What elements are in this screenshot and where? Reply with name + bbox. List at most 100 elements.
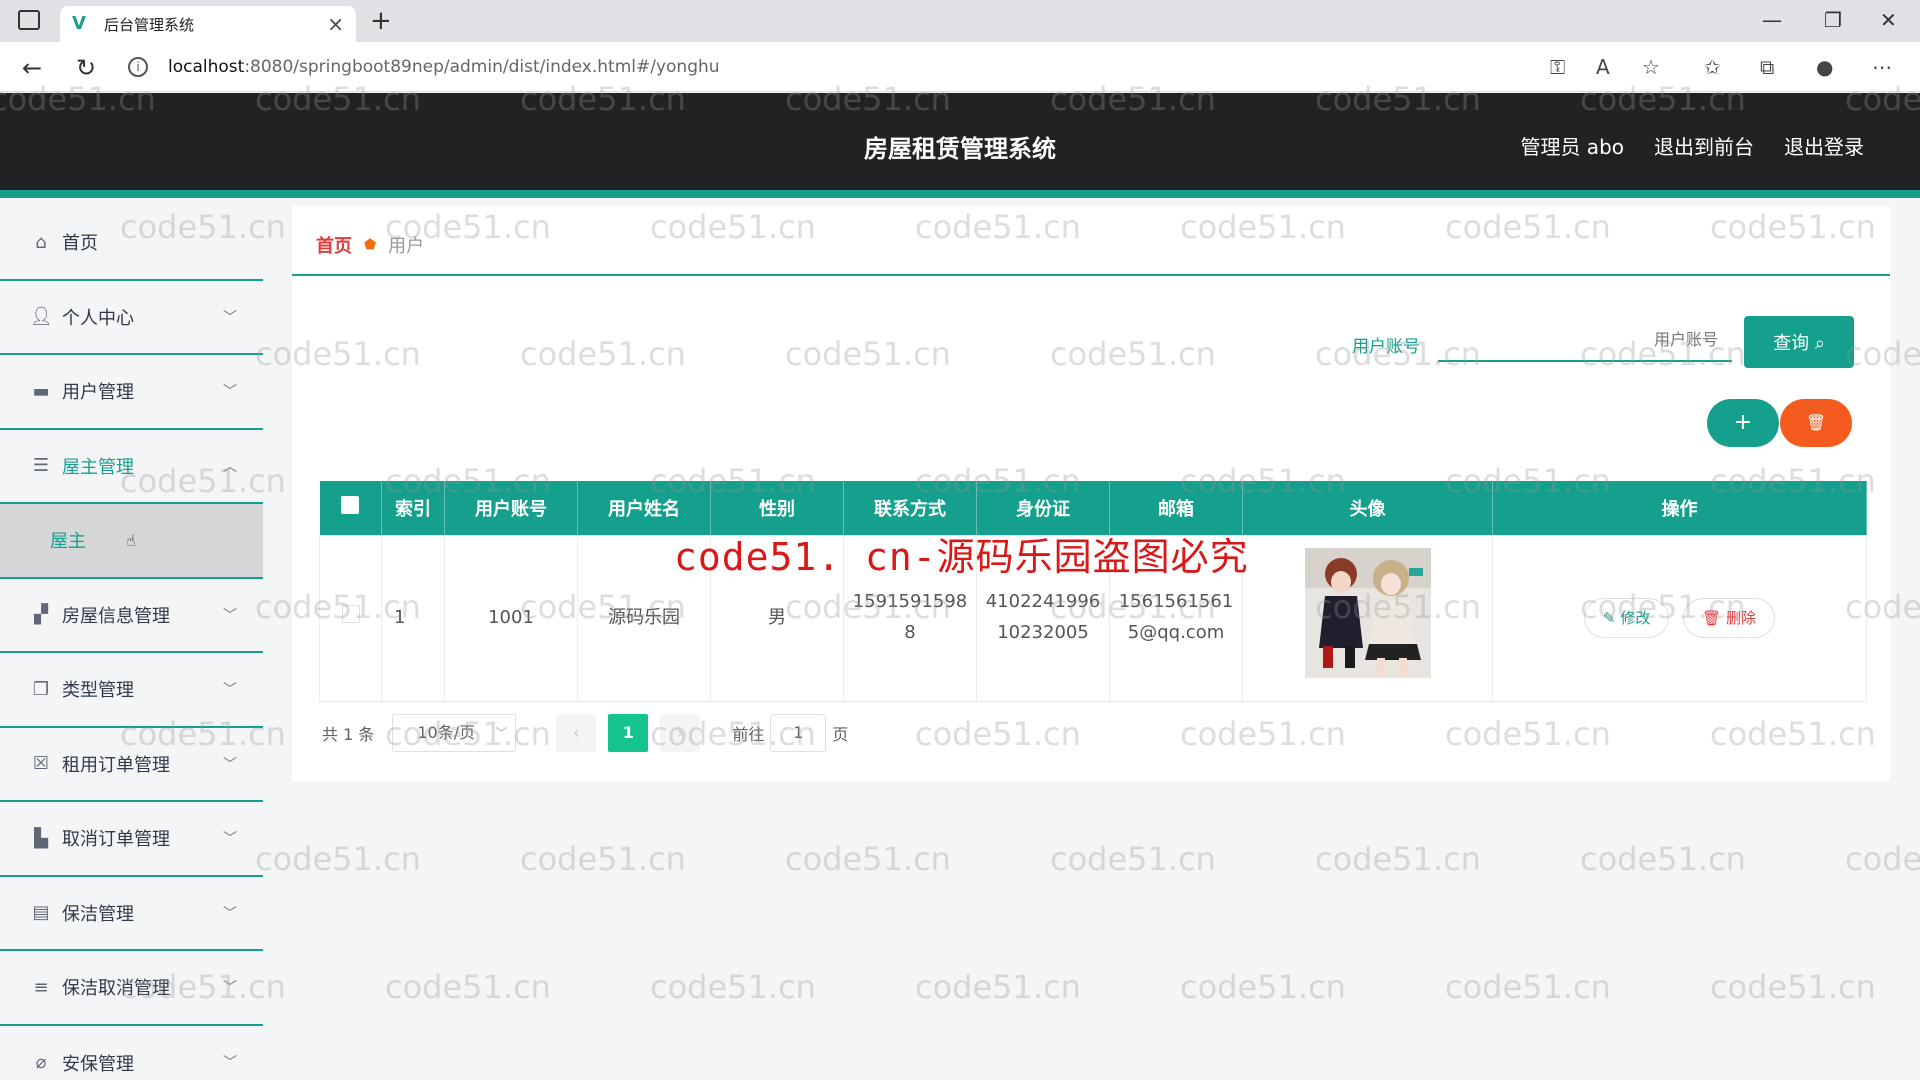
tab-actions-icon[interactable] bbox=[18, 10, 40, 30]
browser-tabbar: V 后台管理系统 × + — ❐ ✕ bbox=[0, 0, 1920, 42]
sidebar-item-users[interactable]: ▬ 用户管理 ﹀ bbox=[0, 355, 263, 430]
trash-icon: 🗑︎ bbox=[1805, 413, 1827, 432]
sidebar-item-security[interactable]: ⌀ 安保管理 ﹀ bbox=[0, 1026, 263, 1080]
delete-button[interactable]: 🗑︎ 删除 bbox=[1683, 598, 1775, 638]
reload-icon[interactable]: ↻ bbox=[76, 54, 96, 82]
logout-link[interactable]: 退出登录 bbox=[1784, 131, 1864, 160]
pagination-total: 共 1 条 bbox=[322, 725, 375, 744]
cell-account: 1001 bbox=[444, 534, 578, 702]
breadcrumb-divider bbox=[292, 274, 1890, 276]
page-unit-label: 页 bbox=[832, 725, 849, 744]
favorites-icon[interactable]: ✩ bbox=[1704, 55, 1721, 79]
search-button-label: 查询 bbox=[1773, 333, 1810, 354]
watermark-text: code51.cn bbox=[650, 968, 816, 1006]
breadcrumb: 首页 ⬟ 用户 bbox=[316, 232, 424, 258]
collections-icon[interactable]: ⧉ bbox=[1760, 55, 1774, 79]
clipboard-icon: ▤ bbox=[32, 902, 50, 924]
sidebar-item-house-info[interactable]: ▞ 房屋信息管理 ﹀ bbox=[0, 579, 263, 653]
sidebar-item-cleaning[interactable]: ▤ 保洁管理 ﹀ bbox=[0, 877, 263, 951]
pencil-icon: ✎ bbox=[1603, 609, 1621, 627]
sidebar-item-label: 取消订单管理 bbox=[62, 829, 170, 851]
goto-label: 前往 bbox=[732, 725, 765, 744]
edit-label: 修改 bbox=[1620, 609, 1651, 627]
cell-email-line: 1561561561 bbox=[1118, 591, 1234, 613]
search-icon: ⌕ bbox=[1814, 333, 1825, 354]
sidebar-item-profile[interactable]: 👤︎ 个人中心 ﹀ bbox=[0, 281, 263, 355]
goto-page-input[interactable]: 1 bbox=[770, 714, 827, 752]
chevron-down-icon: ﹀ bbox=[495, 726, 508, 740]
breadcrumb-current: 用户 bbox=[388, 236, 425, 257]
copy-icon: ❐ bbox=[32, 678, 50, 700]
sidebar-item-home[interactable]: ⌂ 首页 bbox=[0, 206, 263, 281]
cell-phone-line: 1591591598 bbox=[852, 591, 968, 613]
close-window-icon[interactable]: ✕ bbox=[1880, 8, 1897, 32]
sidebar-item-label: 房屋信息管理 bbox=[62, 605, 170, 627]
edit-button[interactable]: ✎ 修改 bbox=[1584, 598, 1670, 638]
user-table: 索引 用户账号 用户姓名 性别 联系方式 身份证 邮箱 头像 操作 1 1001… bbox=[319, 481, 1867, 702]
shield-icon: ⌀ bbox=[35, 1052, 47, 1074]
search-button[interactable]: 查询 ⌕ bbox=[1744, 316, 1854, 368]
order-icon: ☒ bbox=[32, 753, 50, 775]
back-icon[interactable]: ← bbox=[22, 54, 42, 82]
cursor-hand-icon: ☝ bbox=[126, 530, 136, 550]
sidebar-item-label: 保洁取消管理 bbox=[62, 978, 170, 1000]
user-icon: 👤︎ bbox=[30, 306, 53, 328]
trash-icon: 🗑︎ bbox=[1702, 609, 1726, 627]
page-size-select[interactable]: 10条/页 ﹀ bbox=[392, 714, 517, 752]
search-input[interactable] bbox=[1438, 318, 1732, 362]
watermark-text: code51.cn bbox=[1050, 840, 1216, 878]
sidebar-item-label: 屋主管理 bbox=[62, 456, 134, 478]
next-page-button[interactable]: › bbox=[660, 714, 701, 752]
site-info-icon[interactable]: i bbox=[128, 57, 148, 77]
profile-avatar-icon[interactable]: ● bbox=[1816, 55, 1833, 79]
prev-page-button[interactable]: ‹ bbox=[556, 714, 597, 752]
watermark-text: code51.cn bbox=[1580, 840, 1746, 878]
list-icon: ≡ bbox=[33, 976, 49, 998]
house-icon: ▞ bbox=[34, 604, 48, 626]
sidebar-item-owner-mgmt[interactable]: ☰ 屋主管理 ︿ bbox=[0, 430, 263, 504]
sidebar-item-cancel-orders[interactable]: ▙ 取消订单管理 ﹀ bbox=[0, 802, 263, 877]
minimize-icon[interactable]: — bbox=[1762, 8, 1782, 32]
add-button[interactable]: + bbox=[1707, 399, 1779, 447]
avatar bbox=[1304, 547, 1431, 678]
address-bar: ← ↻ i localhost :8080/springboot89nep/ad… bbox=[0, 42, 1920, 92]
page-number-current[interactable]: 1 bbox=[608, 714, 649, 752]
watermark-text: code51.cn bbox=[785, 840, 951, 878]
url-field[interactable]: i localhost :8080/springboot89nep/admin/… bbox=[128, 50, 1688, 84]
monitor-icon: ▬ bbox=[32, 380, 50, 402]
sidebar-item-types[interactable]: ❐ 类型管理 ﹀ bbox=[0, 653, 263, 728]
watermark-text: code51.cn bbox=[1710, 968, 1876, 1006]
new-tab-icon[interactable]: + bbox=[370, 6, 392, 36]
sidebar-item-label: 类型管理 bbox=[62, 680, 134, 702]
favorite-add-icon[interactable]: ☆ bbox=[1642, 55, 1660, 79]
chevron-down-icon: ﹀ bbox=[223, 756, 237, 773]
maximize-icon[interactable]: ❐ bbox=[1824, 8, 1842, 32]
breadcrumb-home[interactable]: 首页 bbox=[316, 232, 352, 258]
sidebar-item-rent-orders[interactable]: ☒ 租用订单管理 ﹀ bbox=[0, 728, 263, 802]
close-tab-icon[interactable]: × bbox=[327, 12, 344, 36]
chevron-down-icon: ﹀ bbox=[223, 384, 237, 400]
cancel-icon: ▙ bbox=[34, 827, 48, 849]
sidebar-subitem-owner[interactable]: 屋主 ☝ bbox=[0, 504, 263, 579]
watermark-text: code51.cn bbox=[1315, 840, 1481, 878]
batch-delete-button[interactable]: 🗑︎ bbox=[1780, 399, 1852, 447]
browser-tab[interactable]: V 后台管理系统 × bbox=[60, 6, 356, 42]
back-to-front-link[interactable]: 退出到前台 bbox=[1654, 131, 1754, 160]
more-icon[interactable]: ⋯ bbox=[1872, 55, 1892, 79]
key-icon[interactable]: ⚿ bbox=[1550, 55, 1565, 79]
search-label: 用户账号 bbox=[1352, 337, 1420, 357]
watermark-text: code51.cn bbox=[520, 840, 686, 878]
select-all-checkbox[interactable] bbox=[319, 481, 382, 535]
column-header: 操作 bbox=[1492, 481, 1867, 535]
watermark-text: code51.cn bbox=[1445, 968, 1611, 1006]
sidebar-item-label: 保洁管理 bbox=[62, 903, 134, 925]
column-header: 头像 bbox=[1242, 481, 1493, 535]
main-panel: 首页 ⬟ 用户 用户账号 查询 ⌕ + 🗑︎ 索引 用户账号 用户姓名 性别 联… bbox=[292, 206, 1890, 781]
read-aloud-icon[interactable]: A bbox=[1596, 55, 1610, 79]
app-header: 房屋租赁管理系统 管理员 abo 退出到前台 退出登录 bbox=[0, 93, 1920, 198]
current-user: 管理员 abo bbox=[1520, 135, 1624, 159]
url-path: :8080/springboot89nep/admin/dist/index.h… bbox=[244, 57, 720, 77]
row-checkbox[interactable] bbox=[319, 534, 382, 702]
watermark-text: code51.cn bbox=[385, 968, 551, 1006]
sidebar-item-cleaning-cancel[interactable]: ≡ 保洁取消管理 ﹀ bbox=[0, 951, 263, 1026]
